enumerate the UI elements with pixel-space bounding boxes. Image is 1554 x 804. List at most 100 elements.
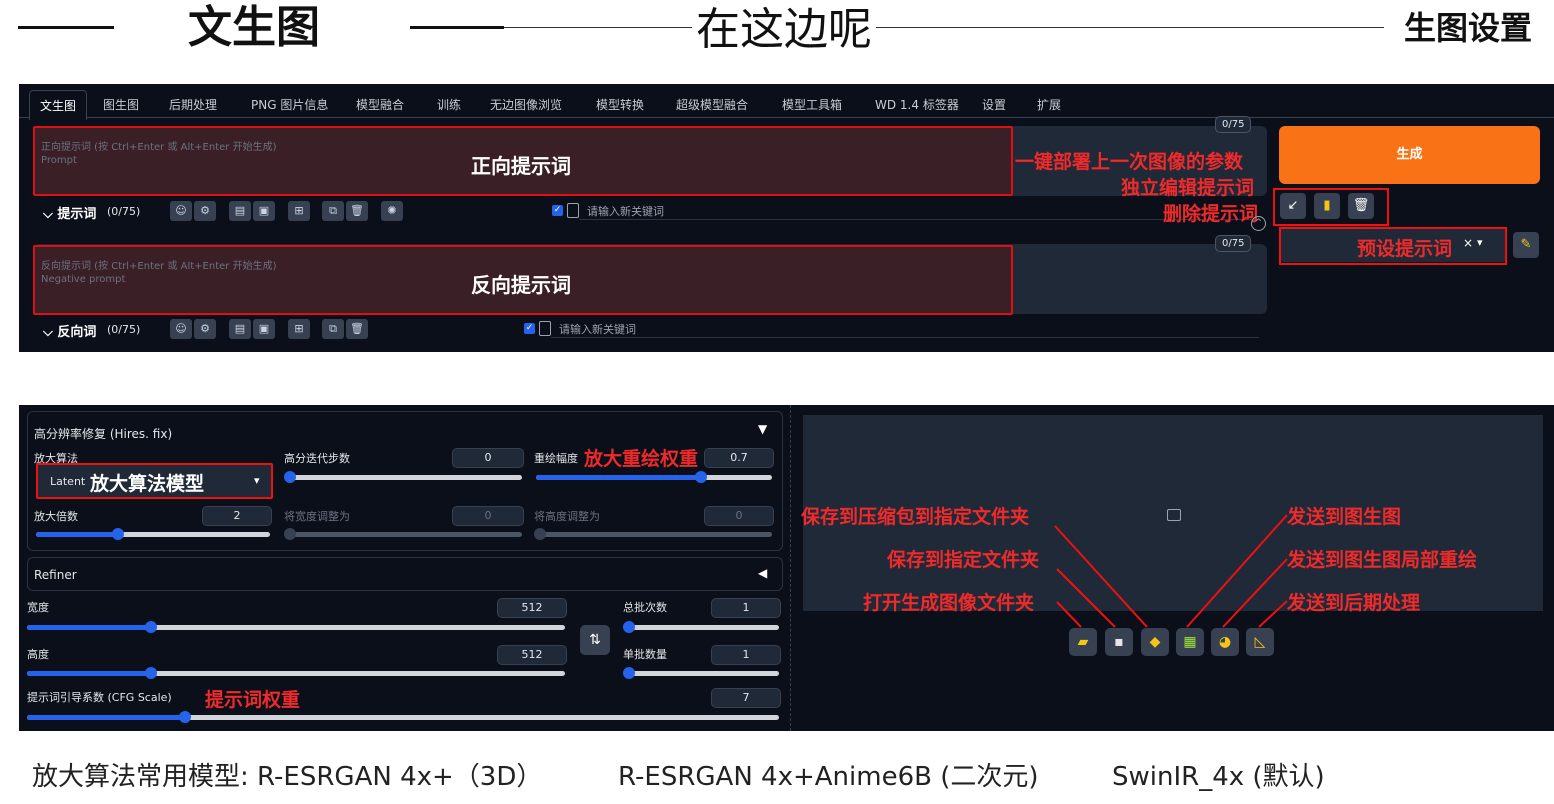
- tab-3[interactable]: 后期处理: [169, 96, 217, 113]
- height-input[interactable]: 512: [497, 645, 567, 665]
- triangle-left-icon[interactable]: ◀: [758, 566, 767, 580]
- triangle-down-icon[interactable]: ▼: [758, 422, 767, 436]
- tab-underline: [19, 117, 1554, 118]
- annotation-preset: 预设提示词: [1357, 238, 1453, 260]
- collapse-icon: ⌵: [43, 207, 53, 222]
- hires-steps-input[interactable]: 0: [452, 448, 524, 468]
- slider-knob[interactable]: [623, 667, 635, 679]
- gear-icon[interactable]: ⚙: [194, 319, 216, 339]
- emoji-icon[interactable]: ☺: [170, 201, 192, 221]
- tab-5[interactable]: 模型融合: [356, 96, 404, 113]
- resize-height-slider[interactable]: [534, 528, 772, 540]
- pencil-icon[interactable]: ✎: [1513, 232, 1539, 258]
- negative-row-label[interactable]: ⌵ 反向词: [43, 321, 96, 340]
- slider-fill: [27, 625, 151, 630]
- copy-icon[interactable]: ⧉: [322, 201, 344, 221]
- swap-dimensions-icon[interactable]: ⇅: [580, 625, 610, 655]
- slider-knob[interactable]: [695, 471, 708, 483]
- generate-button[interactable]: 生成: [1279, 126, 1540, 184]
- height-label: 高度: [27, 648, 49, 661]
- settings-title: 生图设置: [1404, 9, 1533, 47]
- file-edit-icon[interactable]: ▤: [229, 319, 251, 339]
- slider-knob[interactable]: [111, 528, 124, 540]
- cfg-label: 提示词引导系数 (CFG Scale): [27, 691, 172, 704]
- cfg-slider[interactable]: [27, 711, 779, 723]
- annotation-read-params: 一键部署上一次图像的参数: [1015, 151, 1244, 173]
- trash-icon[interactable]: 🗑: [346, 201, 368, 221]
- batch-count-slider[interactable]: [623, 621, 779, 633]
- keyword-checkbox[interactable]: ✓: [524, 323, 535, 334]
- file-edit-icon[interactable]: ▤: [229, 201, 251, 221]
- bookmark-icon[interactable]: ▣: [253, 319, 275, 339]
- slider-knob[interactable]: [284, 471, 296, 483]
- tab-9[interactable]: 超级模型融合: [676, 96, 748, 113]
- batch-size-input[interactable]: 1: [711, 645, 781, 665]
- prompt-hint: 正向提示词 (按 Ctrl+Enter 或 Alt+Enter 开始生成): [41, 142, 277, 153]
- refiner-section[interactable]: Refiner ◀: [27, 557, 783, 591]
- clear-icon[interactable]: ×: [1463, 236, 1473, 250]
- clipboard-icon[interactable]: ▮: [1314, 193, 1340, 219]
- slider-knob[interactable]: [178, 711, 191, 723]
- slider-knob[interactable]: [144, 667, 157, 679]
- tab-2[interactable]: 图生图: [103, 96, 139, 113]
- resize-width-slider[interactable]: [284, 528, 522, 540]
- width-slider[interactable]: [27, 621, 565, 633]
- tab-13[interactable]: 扩展: [1037, 96, 1061, 113]
- scale-input[interactable]: 2: [202, 506, 272, 526]
- resize-width-input[interactable]: 0: [452, 506, 524, 526]
- denoise-slider[interactable]: [536, 471, 772, 483]
- tab-7[interactable]: 无边图像浏览: [490, 96, 562, 113]
- keyword-checkbox[interactable]: ✓: [552, 205, 563, 216]
- slider-knob[interactable]: [144, 621, 157, 633]
- chevron-down-icon[interactable]: ▾: [1477, 236, 1483, 249]
- negative-textarea[interactable]: 反向提示词 (按 Ctrl+Enter 或 Alt+Enter 开始生成) Ne…: [33, 245, 1013, 315]
- batch-count-input[interactable]: 1: [711, 598, 781, 618]
- hires-steps-slider[interactable]: [284, 471, 522, 483]
- prompt-token-counter: 0/75: [1215, 116, 1252, 133]
- keyword-toggle[interactable]: [567, 203, 579, 218]
- settings-icon[interactable]: ✺: [381, 201, 403, 221]
- negative-row-text: 反向词: [57, 325, 97, 340]
- cfg-input[interactable]: 7: [711, 688, 781, 708]
- prompt-row-label[interactable]: ⌵ 提示词: [43, 203, 96, 222]
- batch-size-slider[interactable]: [623, 667, 779, 679]
- gear-icon[interactable]: ⚙: [194, 201, 216, 221]
- slider-knob[interactable]: [534, 528, 546, 540]
- keyword-input[interactable]: 请输入新关键词: [579, 199, 1259, 220]
- resize-height-input[interactable]: 0: [704, 506, 774, 526]
- tab-8[interactable]: 模型转换: [596, 96, 644, 113]
- tab-1[interactable]: 文生图: [29, 90, 88, 120]
- height-slider[interactable]: [27, 667, 565, 679]
- prompt-placeholder: Prompt: [41, 155, 77, 166]
- arrow-open-folder: [1056, 601, 1082, 628]
- prompt-row-count: (0/75): [107, 205, 141, 218]
- negative-row-count: (0/75): [107, 323, 141, 336]
- slider-knob[interactable]: [623, 621, 635, 633]
- tab-10[interactable]: 模型工具箱: [782, 96, 842, 113]
- emoji-icon[interactable]: ☺: [170, 319, 192, 339]
- tab-11[interactable]: WD 1.4 标签器: [875, 96, 959, 113]
- prompt-textarea[interactable]: 正向提示词 (按 Ctrl+Enter 或 Alt+Enter 开始生成) Pr…: [33, 126, 1013, 196]
- delete-icon[interactable]: 🗑: [1348, 193, 1374, 219]
- tab-4[interactable]: PNG 图片信息: [251, 96, 328, 113]
- denoise-input[interactable]: 0.7: [704, 448, 774, 468]
- keyword-input[interactable]: 请输入新关键词: [551, 317, 1259, 338]
- keyword-toggle[interactable]: [539, 321, 551, 336]
- annotation-upscaler-model: 放大算法模型: [90, 473, 205, 495]
- bookmark-icon[interactable]: ▣: [253, 201, 275, 221]
- translate-icon[interactable]: ⊞: [288, 201, 310, 221]
- resize-height-label: 将高度调整为: [534, 510, 600, 523]
- scale-slider[interactable]: [36, 528, 270, 540]
- width-input[interactable]: 512: [497, 598, 567, 618]
- collapse-icon: ⌵: [43, 325, 53, 340]
- translate-icon[interactable]: ⊞: [288, 319, 310, 339]
- trash-icon[interactable]: 🗑: [346, 319, 368, 339]
- tab-12[interactable]: 设置: [982, 96, 1006, 113]
- collapse-icon[interactable]: ^: [1251, 216, 1266, 231]
- prompt-row-text: 提示词: [57, 207, 97, 222]
- tab-6[interactable]: 训练: [437, 96, 461, 113]
- slider-knob[interactable]: [284, 528, 296, 540]
- copy-icon[interactable]: ⧉: [322, 319, 344, 339]
- read-params-icon[interactable]: ↙: [1280, 193, 1306, 219]
- scale-label: 放大倍数: [34, 510, 78, 523]
